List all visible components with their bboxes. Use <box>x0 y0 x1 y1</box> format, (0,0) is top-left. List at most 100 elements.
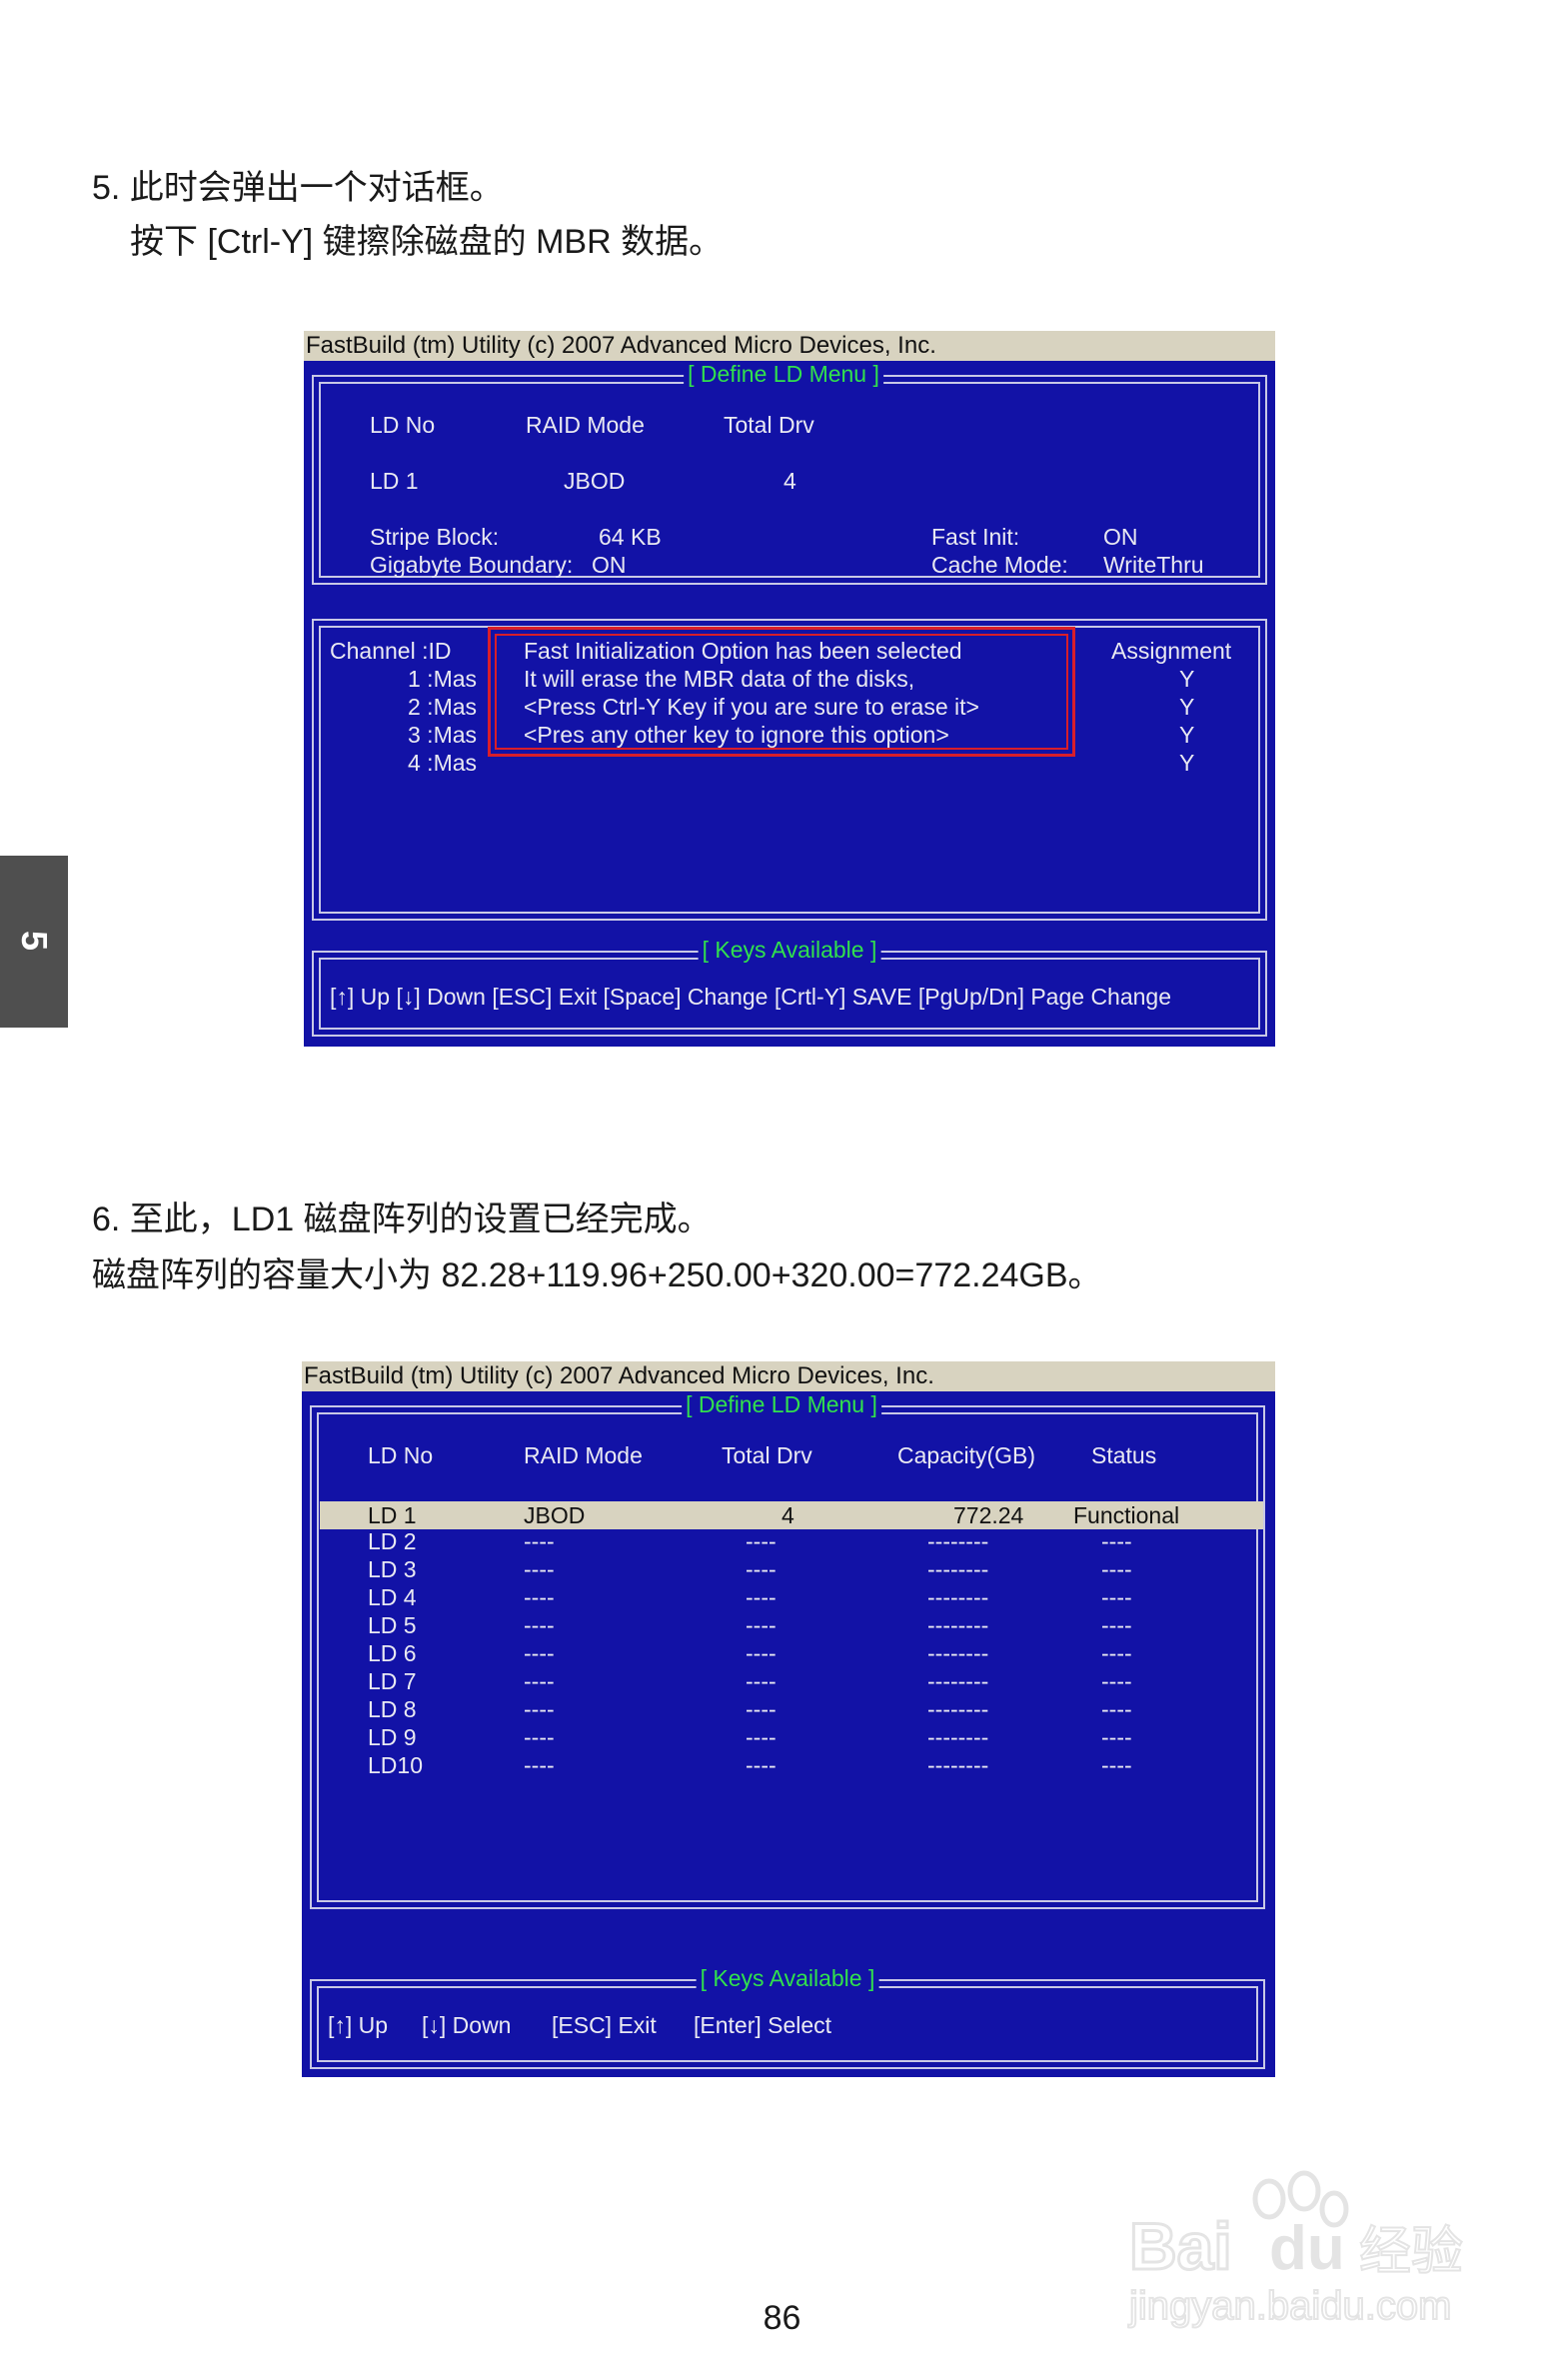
keys-title: [ Keys Available ] <box>698 937 881 963</box>
ld-no: LD 2 <box>368 1528 417 1554</box>
assignment-value: Y <box>1179 722 1195 748</box>
dialog-line: <Press Ctrl-Y Key if you are sure to era… <box>524 694 979 720</box>
total-drv: ---- <box>746 1612 777 1638</box>
ld-no: LD 7 <box>368 1668 417 1694</box>
fastbuild-screen-define-ld: FastBuild (tm) Utility (c) 2007 Advanced… <box>304 331 1275 1047</box>
total-drv: ---- <box>746 1752 777 1778</box>
col-status: Status <box>1091 1442 1157 1468</box>
stripe-block-value: 64 KB <box>599 524 662 550</box>
col-total-drv: Total Drv <box>724 412 814 438</box>
gigabyte-boundary-label: Gigabyte Boundary: <box>370 552 574 578</box>
keys-title: [ Keys Available ] <box>696 1965 879 1991</box>
menu-title: [ Define LD Menu ] <box>682 1391 881 1417</box>
capacity: -------- <box>927 1640 989 1666</box>
raid-mode: ---- <box>524 1752 555 1778</box>
assignment-value: Y <box>1179 750 1195 776</box>
svg-text:du: du <box>1269 2214 1345 2283</box>
total-drv: ---- <box>746 1724 777 1750</box>
status: ---- <box>1101 1556 1132 1582</box>
ld-no: LD 1 <box>368 1502 417 1528</box>
status: ---- <box>1101 1752 1132 1778</box>
channel-row: 3 :Mas <box>408 722 478 748</box>
assignment-header: Assignment <box>1111 638 1232 664</box>
step6-line1: 6. 至此，LD1 磁盘阵列的设置已经完成。 <box>92 1200 712 1238</box>
raid-mode: ---- <box>524 1584 555 1610</box>
key-select: [Enter] Select <box>694 2012 832 2038</box>
capacity: 772.24 <box>953 1502 1024 1528</box>
col-ld-no: LD No <box>370 412 436 438</box>
capacity: -------- <box>927 1668 989 1694</box>
capacity: -------- <box>927 1556 989 1582</box>
raid-mode: ---- <box>524 1528 555 1554</box>
total-drv: ---- <box>746 1556 777 1582</box>
assignment-value: Y <box>1179 666 1195 692</box>
step5-line1: 5. 此时会弹出一个对话框。 <box>92 169 504 207</box>
status: ---- <box>1101 1640 1132 1666</box>
key-down: [↓] Down <box>422 2012 512 2038</box>
key-up: [↑] Up <box>328 2012 389 2038</box>
stripe-block-label: Stripe Block: <box>370 524 500 550</box>
ld-no: LD 3 <box>368 1556 417 1582</box>
capacity: -------- <box>927 1612 989 1638</box>
channel-header: Channel :ID <box>330 638 452 664</box>
raid-mode: JBOD <box>524 1502 586 1528</box>
fast-init-value: ON <box>1103 524 1138 550</box>
total-drv-value: 4 <box>783 468 796 494</box>
chapter-tab: 5 <box>0 856 68 1028</box>
dialog-line: Fast Initialization Option has been sele… <box>524 638 962 664</box>
channel-row: 4 :Mas <box>408 750 478 776</box>
gigabyte-boundary-value: ON <box>592 552 627 578</box>
svg-text:Bai: Bai <box>1129 2209 1232 2283</box>
capacity: -------- <box>927 1752 989 1778</box>
status: ---- <box>1101 1612 1132 1638</box>
capacity: -------- <box>927 1528 989 1554</box>
capacity: -------- <box>927 1696 989 1722</box>
raid-mode: ---- <box>524 1556 555 1582</box>
col-raid-mode: RAID Mode <box>524 1442 643 1468</box>
fastbuild-screen-ld-list: FastBuild (tm) Utility (c) 2007 Advanced… <box>302 1361 1275 2077</box>
raid-mode: ---- <box>524 1668 555 1694</box>
ld-row-selected[interactable]: LD 1 JBOD 4 772.24 Functional <box>320 1501 1263 1529</box>
raid-mode-value: JBOD <box>564 468 626 494</box>
col-capacity: Capacity(GB) <box>897 1442 1036 1468</box>
channel-row: 1 :Mas <box>408 666 478 692</box>
keys-hint: [↑] Up [↓] Down [ESC] Exit [Space] Chang… <box>330 984 1172 1010</box>
status: ---- <box>1101 1528 1132 1554</box>
total-drv: 4 <box>782 1502 794 1528</box>
baidu-jingyan-watermark-logo: Bai du 经验 jingyan.baidu.com <box>1127 2170 1464 2329</box>
col-raid-mode: RAID Mode <box>526 412 645 438</box>
raid-mode: ---- <box>524 1696 555 1722</box>
total-drv: ---- <box>746 1584 777 1610</box>
raid-mode: ---- <box>524 1612 555 1638</box>
col-total-drv: Total Drv <box>722 1442 812 1468</box>
status: ---- <box>1101 1696 1132 1722</box>
ld-no: LD 6 <box>368 1640 417 1666</box>
fast-init-label: Fast Init: <box>931 524 1020 550</box>
raid-mode: ---- <box>524 1640 555 1666</box>
chapter-tab-label: 5 <box>14 930 55 952</box>
step6-line2: 磁盘阵列的容量大小为 82.28+119.96+250.00+320.00=77… <box>92 1256 1102 1294</box>
cache-mode-label: Cache Mode: <box>931 552 1068 578</box>
status: ---- <box>1101 1724 1132 1750</box>
status: Functional <box>1073 1502 1180 1528</box>
ld-no: LD10 <box>368 1752 423 1778</box>
menu-title: [ Define LD Menu ] <box>684 361 883 387</box>
status: ---- <box>1101 1584 1132 1610</box>
capacity: -------- <box>927 1584 989 1610</box>
step5-line2: 按下 [Ctrl-Y] 键擦除磁盘的 MBR 数据。 <box>130 223 724 261</box>
total-drv: ---- <box>746 1696 777 1722</box>
svg-text:经验: 经验 <box>1359 2222 1463 2282</box>
screen-header: FastBuild (tm) Utility (c) 2007 Advanced… <box>304 331 1275 361</box>
ld-no-value: LD 1 <box>370 468 419 494</box>
total-drv: ---- <box>746 1528 777 1554</box>
status: ---- <box>1101 1668 1132 1694</box>
dialog-line: <Pres any other key to ignore this optio… <box>524 722 949 748</box>
screen-header: FastBuild (tm) Utility (c) 2007 Advanced… <box>302 1361 1275 1391</box>
ld-no: LD 4 <box>368 1584 417 1610</box>
channel-row: 2 :Mas <box>408 694 478 720</box>
assignment-value: Y <box>1179 694 1195 720</box>
raid-mode: ---- <box>524 1724 555 1750</box>
key-exit: [ESC] Exit <box>552 2012 657 2038</box>
dialog-line: It will erase the MBR data of the disks, <box>524 666 915 692</box>
total-drv: ---- <box>746 1640 777 1666</box>
